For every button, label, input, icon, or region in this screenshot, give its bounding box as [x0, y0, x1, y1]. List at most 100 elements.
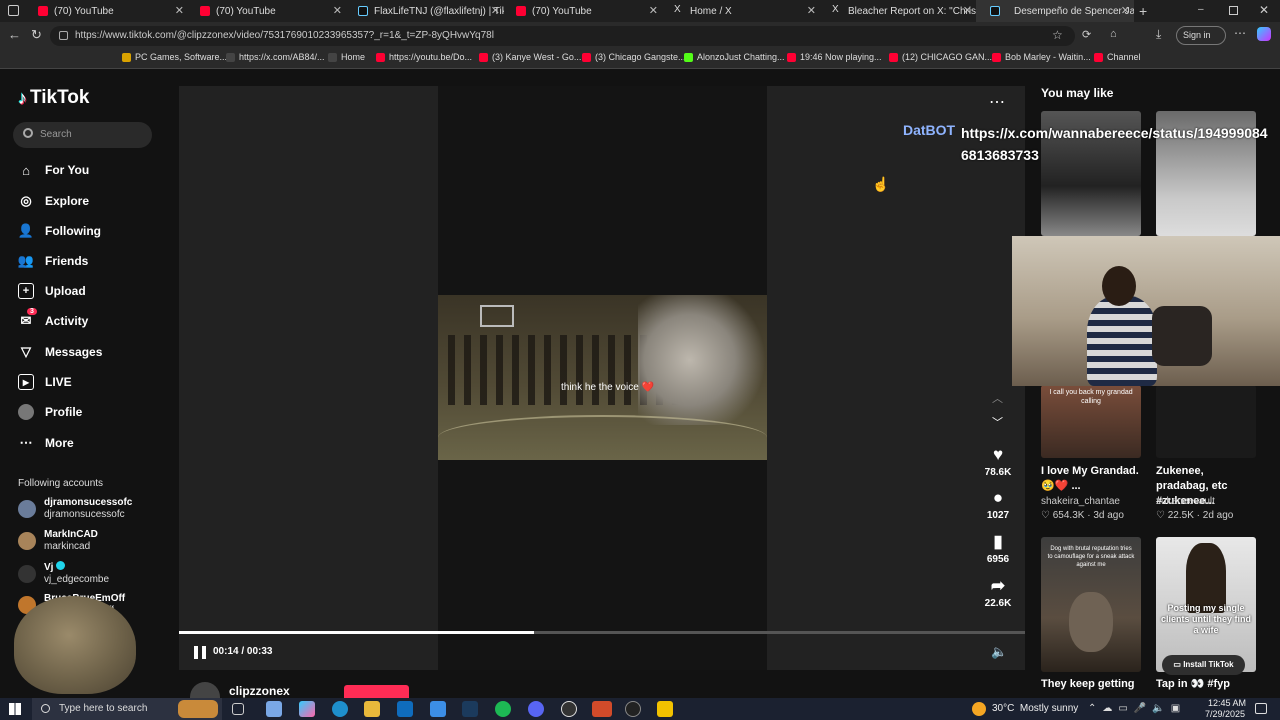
- discord-icon[interactable]: [528, 701, 544, 717]
- pause-icon[interactable]: [194, 646, 206, 659]
- menu-icon[interactable]: ⋯: [1234, 26, 1246, 40]
- new-tab-icon[interactable]: +: [1139, 3, 1147, 19]
- bookmark-now-playing[interactable]: 19:46 Now playing...: [787, 52, 882, 62]
- close-icon[interactable]: ✕: [1121, 4, 1130, 17]
- account-item[interactable]: djramonsucessofc djramonsucessofc: [18, 497, 132, 521]
- clock-date[interactable]: 7/29/2025: [1205, 709, 1245, 719]
- more-options-icon[interactable]: ⋯: [989, 92, 1005, 112]
- tab-x-home[interactable]: X Home / X ✕: [660, 0, 820, 22]
- item-title[interactable]: I love My Grandad. 🥹❤️ ...: [1041, 464, 1141, 494]
- author-name[interactable]: clipzzonex: [229, 684, 290, 698]
- prev-video-icon[interactable]: ︿: [992, 390, 1003, 406]
- url-field[interactable]: https://www.tiktok.com/@clipzzonex/video…: [50, 26, 1075, 46]
- refresh-icon[interactable]: ↻: [31, 27, 42, 43]
- video-player[interactable]: think he the voice ❤️ ⋯ 00:14 / 00:33 🔈: [179, 86, 1025, 670]
- minimize-icon[interactable]: –: [1198, 4, 1204, 15]
- outlook-icon[interactable]: [397, 701, 413, 717]
- install-tiktok-button[interactable]: ▭ Install TikTok: [1162, 655, 1245, 675]
- taskbar-search[interactable]: Type here to search: [32, 698, 222, 720]
- bookmark-chicago-gan[interactable]: (12) CHICAGO GAN...: [889, 52, 992, 62]
- close-window-icon[interactable]: ✕: [1259, 3, 1269, 17]
- download-icon[interactable]: ⤓: [1156, 27, 1161, 42]
- volume-icon[interactable]: 🔈: [991, 644, 1007, 660]
- account-item[interactable]: MarkInCAD markincad: [18, 529, 98, 553]
- tab-x-bleacher[interactable]: X Bleacher Report on X: "Chris Paul✕: [818, 0, 976, 22]
- close-icon[interactable]: ✕: [491, 4, 500, 17]
- youtube-icon: [376, 52, 385, 62]
- like-button[interactable]: ♥ 78.6K: [980, 445, 1016, 478]
- back-icon[interactable]: ←: [8, 27, 21, 42]
- nav-more[interactable]: ⋯ More: [18, 435, 74, 451]
- obs-icon[interactable]: [561, 701, 577, 717]
- save-button[interactable]: ▮ 6956: [980, 532, 1016, 565]
- bookmark-kanye[interactable]: (3) Kanye West - Go...: [479, 52, 581, 62]
- nav-explore[interactable]: ◎ Explore: [18, 193, 89, 209]
- file-explorer-icon[interactable]: [364, 701, 380, 717]
- search-input[interactable]: Search: [13, 122, 152, 148]
- thumbnail-6[interactable]: Posting my single clients until they fin…: [1156, 537, 1256, 672]
- next-video-icon[interactable]: ﹀: [992, 414, 1003, 430]
- thumbnail-4[interactable]: [1156, 385, 1256, 458]
- close-icon[interactable]: ✕: [175, 4, 184, 17]
- author-avatar[interactable]: [190, 682, 220, 698]
- copilot-taskbar-icon[interactable]: [299, 701, 315, 717]
- item-title[interactable]: Tap in 👀 #fyp: [1156, 677, 1256, 692]
- rockstar-icon[interactable]: [657, 701, 673, 717]
- bookmark-channel[interactable]: Channel: [1094, 52, 1141, 62]
- nav-activity[interactable]: ✉ 3 Activity: [18, 308, 88, 329]
- notification-icon[interactable]: [1255, 703, 1267, 714]
- item-author[interactable]: zukeneevault: [1156, 496, 1215, 507]
- close-icon[interactable]: ✕: [963, 4, 972, 17]
- store-icon[interactable]: [266, 701, 282, 717]
- collections-icon[interactable]: ⌂: [1110, 28, 1117, 40]
- clock-time[interactable]: 12:45 AM: [1208, 698, 1246, 708]
- nav-profile[interactable]: Profile: [18, 404, 82, 420]
- tab-actions-icon[interactable]: [8, 5, 19, 16]
- comment-button[interactable]: ● 1027: [980, 488, 1016, 521]
- bookmark-youtu-be[interactable]: https://youtu.be/Do...: [376, 52, 472, 62]
- tab-youtube-2[interactable]: (70) YouTube ✕: [186, 0, 346, 22]
- close-icon[interactable]: ✕: [333, 4, 342, 17]
- steam-icon[interactable]: [462, 701, 478, 717]
- nav-messages[interactable]: ▽ Messages: [18, 344, 102, 360]
- nav-following[interactable]: 👤 Following: [18, 223, 101, 239]
- bookmark-x-ab84[interactable]: https://x.com/AB84/...: [226, 52, 325, 62]
- edge-icon[interactable]: [332, 701, 348, 717]
- tab-tiktok-profile[interactable]: FlaxLifeTNJ (@flaxlifetnj) | TikTok✕: [344, 0, 504, 22]
- bookmark-home[interactable]: Home: [328, 52, 365, 62]
- nav-for-you[interactable]: ⌂ For You: [18, 162, 89, 178]
- item-title[interactable]: They keep getting: [1041, 677, 1141, 692]
- tray-icons[interactable]: ⌃☁▭🎤🔈▣: [1088, 703, 1186, 714]
- tab-youtube-1[interactable]: (70) YouTube ✕: [24, 0, 188, 22]
- bookmark-alonzo[interactable]: AlonzoJust Chatting...: [684, 52, 785, 62]
- signin-button[interactable]: Sign in: [1176, 26, 1226, 45]
- account-item[interactable]: Vj vj_edgecombe: [18, 561, 109, 586]
- nav-live[interactable]: ▶ LIVE: [18, 374, 72, 390]
- bookmark-pc-games[interactable]: PC Games, Software...: [122, 52, 227, 62]
- photos-icon[interactable]: [430, 701, 446, 717]
- close-icon[interactable]: ✕: [807, 4, 816, 17]
- copilot-icon[interactable]: [1257, 27, 1271, 41]
- media-app-icon[interactable]: [625, 701, 641, 717]
- tab-tiktok-active[interactable]: Desempeño de Spencer Jan ✕: [976, 0, 1134, 22]
- share-button[interactable]: ➦ 22.6K: [980, 576, 1016, 609]
- maximize-icon[interactable]: [1229, 6, 1238, 15]
- game-app-icon[interactable]: [592, 701, 612, 717]
- tab-youtube-3[interactable]: (70) YouTube ✕: [502, 0, 662, 22]
- bookmark-chicago[interactable]: (3) Chicago Gangste...: [582, 52, 686, 62]
- favorite-icon[interactable]: ☆: [1052, 28, 1063, 42]
- start-icon[interactable]: [9, 703, 21, 715]
- extensions-icon[interactable]: ⟳: [1082, 28, 1091, 41]
- nav-friends[interactable]: 👥 Friends: [18, 253, 88, 269]
- item-author[interactable]: shakeira_chantae: [1041, 496, 1120, 507]
- spotify-icon[interactable]: [495, 701, 511, 717]
- task-view-icon[interactable]: [232, 703, 244, 715]
- nav-upload[interactable]: + Upload: [18, 283, 86, 299]
- close-icon[interactable]: ✕: [649, 4, 658, 17]
- thumbnail-5[interactable]: Dog with brutal reputation tries to camo…: [1041, 537, 1141, 672]
- thumbnail-3[interactable]: I call you back my grandad calling: [1041, 385, 1141, 458]
- bookmark-bob-marley[interactable]: Bob Marley - Waitin...: [992, 52, 1091, 62]
- tiktok-logo[interactable]: ♪ TikTok: [18, 87, 89, 109]
- weather-text[interactable]: 30°C Mostly sunny: [992, 703, 1078, 714]
- follow-button[interactable]: [344, 685, 409, 698]
